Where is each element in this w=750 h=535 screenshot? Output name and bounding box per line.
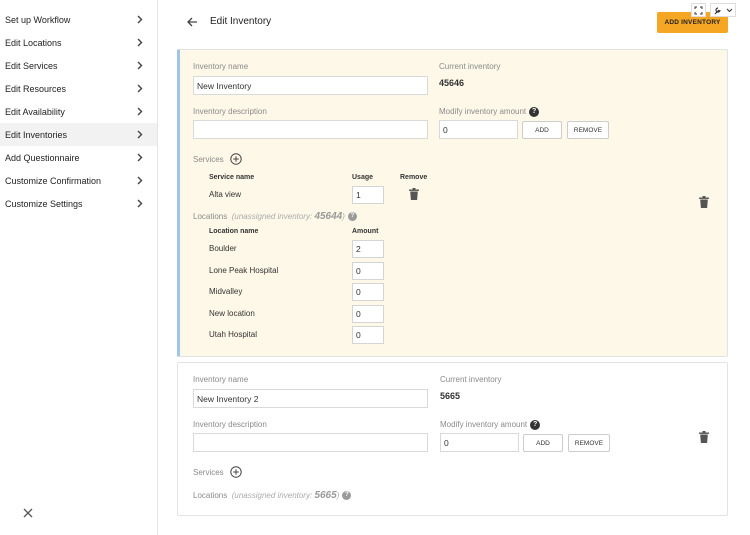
modify-amount-label: Modify inventory amount?: [439, 107, 540, 117]
chevron-right-icon: [137, 107, 143, 116]
sidebar-item-edit-availability[interactable]: Edit Availability: [0, 100, 157, 123]
remove-amount-button[interactable]: REMOVE: [567, 121, 609, 139]
sidebar-item-edit-resources[interactable]: Edit Resources: [0, 77, 157, 100]
remove-header: Remove: [400, 174, 428, 181]
sidebar-item-label: Edit Inventories: [5, 129, 68, 140]
help-icon[interactable]: ?: [347, 212, 357, 222]
sidebar-item-label: Edit Resources: [5, 83, 67, 94]
services-label: Services: [193, 468, 224, 477]
sidebar-item-edit-locations[interactable]: Edit Locations: [0, 31, 157, 54]
unassigned-inventory-value: 5665: [314, 490, 337, 501]
inventory-description-label: Inventory description: [193, 107, 267, 116]
inventory-name-input[interactable]: New Inventory: [193, 76, 428, 95]
add-service-icon[interactable]: [230, 153, 242, 165]
close-icon[interactable]: [22, 507, 34, 519]
services-label: Services: [193, 155, 224, 164]
back-arrow-icon[interactable]: [186, 16, 198, 28]
location-amount-input[interactable]: 0: [352, 305, 384, 323]
sidebar-item-label: Customize Settings: [5, 198, 83, 209]
help-icon[interactable]: ?: [342, 491, 352, 501]
locations-text: Locations: [193, 491, 228, 500]
chevron-right-icon: [137, 199, 143, 208]
sidebar: Set up Workflow Edit Locations Edit Serv…: [0, 0, 158, 535]
current-inventory-label: Current inventory: [440, 375, 502, 384]
sidebar-item-label: Edit Availability: [5, 106, 65, 117]
modify-amount-input[interactable]: 0: [440, 433, 519, 452]
location-name: Utah Hospital: [209, 330, 258, 339]
current-inventory-label: Current inventory: [439, 62, 501, 71]
current-inventory-value: 5665: [440, 391, 461, 401]
chevron-right-icon: [137, 15, 143, 24]
location-name: Midvalley: [209, 287, 243, 296]
modify-amount-input[interactable]: 0: [439, 120, 518, 139]
location-amount-input[interactable]: 0: [352, 262, 384, 280]
header: Edit Inventory ADD INVENTORY: [158, 0, 750, 45]
add-amount-button[interactable]: ADD: [523, 434, 563, 452]
add-amount-button[interactable]: ADD: [522, 121, 562, 139]
chevron-right-icon: [137, 130, 143, 139]
locations-label: Locations (unassigned inventory: 5665)?: [193, 490, 352, 501]
chevron-right-icon: [137, 176, 143, 185]
locations-text: Locations: [193, 212, 228, 221]
sidebar-item-label: Edit Locations: [5, 37, 62, 48]
delete-inventory-icon[interactable]: [699, 196, 709, 208]
modify-amount-text: Modify inventory amount: [440, 420, 528, 430]
add-service-icon[interactable]: [230, 466, 242, 478]
delete-inventory-icon[interactable]: [699, 431, 709, 443]
sidebar-item-label: Edit Services: [5, 60, 58, 71]
modify-amount-label: Modify inventory amount?: [440, 420, 541, 430]
main-content: Edit Inventory ADD INVENTORY Inventory n…: [158, 0, 750, 535]
location-name: Lone Peak Hospital: [209, 266, 279, 275]
corner-toolbar: [691, 3, 736, 17]
modify-amount-text: Modify inventory amount: [439, 107, 527, 117]
help-icon[interactable]: ?: [530, 420, 541, 430]
inventory-card: Inventory name New Inventory 2 Current i…: [177, 362, 728, 516]
unassigned-open-text: (unassigned inventory:: [231, 212, 313, 221]
location-name-header: Location name: [209, 228, 259, 235]
location-amount-input[interactable]: 0: [352, 283, 384, 301]
locations-label: Locations (unassigned inventory: 45644)?: [193, 211, 357, 222]
inventory-name-label: Inventory name: [193, 62, 249, 71]
inventory-name-label: Inventory name: [193, 375, 249, 384]
chevron-right-icon: [137, 84, 143, 93]
chevron-right-icon: [137, 153, 143, 162]
chevron-right-icon: [137, 61, 143, 70]
chevron-right-icon: [137, 38, 143, 47]
inventory-description-label: Inventory description: [193, 420, 267, 429]
inventory-description-input[interactable]: [193, 433, 428, 452]
sidebar-item-add-questionnaire[interactable]: Add Questionnaire: [0, 146, 157, 169]
unassigned-close-text: ): [342, 212, 345, 221]
usage-header: Usage: [352, 174, 374, 181]
sidebar-item-customize-settings[interactable]: Customize Settings: [0, 192, 157, 215]
sidebar-item-setup-workflow[interactable]: Set up Workflow: [0, 8, 157, 31]
location-name: New location: [209, 309, 255, 318]
unassigned-inventory-value: 45644: [314, 211, 343, 222]
inventory-card: Inventory name New Inventory Current inv…: [177, 49, 728, 357]
sidebar-item-label: Set up Workflow: [5, 14, 71, 25]
page-title: Edit Inventory: [210, 16, 272, 27]
amount-header: Amount: [352, 228, 379, 235]
location-name: Boulder: [209, 244, 237, 253]
wrench-icon[interactable]: [710, 3, 736, 17]
location-amount-input[interactable]: 0: [352, 326, 384, 344]
usage-input[interactable]: 1: [352, 186, 384, 204]
current-inventory-value: 45646: [439, 78, 465, 88]
sidebar-item-label: Customize Confirmation: [5, 175, 102, 186]
unassigned-close-text: ): [336, 491, 340, 500]
location-amount-input[interactable]: 2: [352, 240, 384, 258]
service-name-header: Service name: [209, 174, 255, 181]
inventory-name-input[interactable]: New Inventory 2: [193, 389, 428, 408]
sidebar-item-label: Add Questionnaire: [5, 152, 80, 163]
sidebar-item-customize-confirmation[interactable]: Customize Confirmation: [0, 169, 157, 192]
service-name: Alta view: [209, 190, 242, 199]
remove-amount-button[interactable]: REMOVE: [568, 434, 610, 452]
inventory-description-input[interactable]: [193, 120, 428, 139]
unassigned-open-text: (unassigned inventory:: [231, 491, 313, 500]
fullscreen-icon[interactable]: [691, 3, 706, 17]
trash-icon[interactable]: [409, 188, 419, 200]
sidebar-item-edit-inventories[interactable]: Edit Inventories: [0, 123, 157, 146]
help-icon[interactable]: ?: [529, 107, 540, 117]
sidebar-item-edit-services[interactable]: Edit Services: [0, 54, 157, 77]
